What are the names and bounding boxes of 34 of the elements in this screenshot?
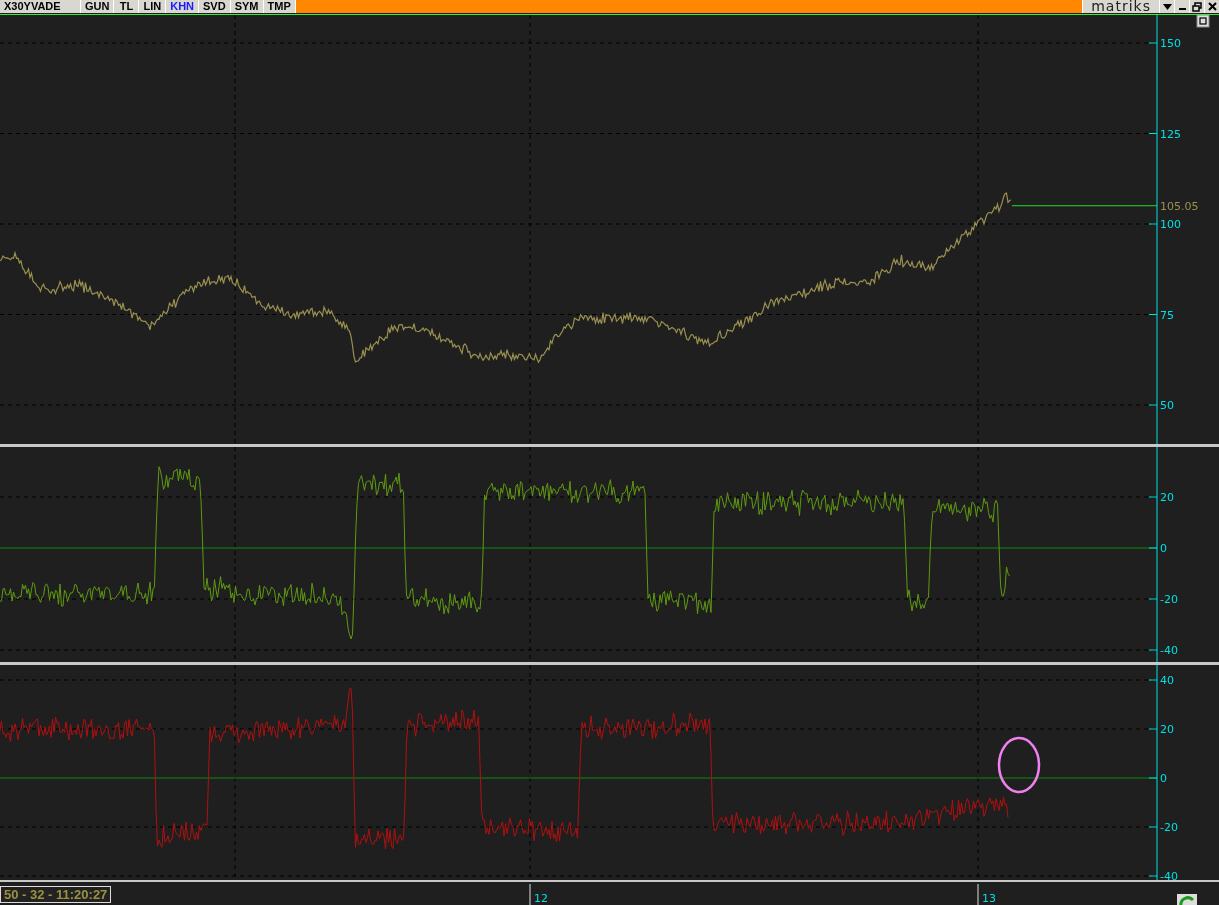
date-label: 13 [982,892,996,905]
axis-label: 150 [1160,37,1181,50]
highlight-ellipse [997,736,1041,794]
axis-label: -20 [1160,593,1178,606]
status-readout: 50 - 32 - 11:20:27 [0,886,112,903]
refresh-icon[interactable] [1177,894,1197,905]
axis-label: 50 [1160,399,1174,412]
restore-icon[interactable] [1190,0,1204,13]
restore-icon[interactable] [1196,15,1210,28]
close-icon[interactable] [1205,0,1219,13]
toolbar-tab[interactable]: TMP [263,0,295,13]
axis-label: 40 [1160,674,1174,687]
toolbar-tab[interactable]: SYM [230,0,263,13]
axis-label: -40 [1160,644,1178,657]
axis-label: 0 [1160,542,1167,555]
dropdown-icon[interactable] [1160,0,1174,13]
last-price-label: 105.05 [1160,199,1199,213]
axis-label: 20 [1160,723,1174,736]
symbol-label: X30YVADE [0,0,80,13]
axis-label: -20 [1160,821,1178,834]
toolbar-tab[interactable]: GUN [81,0,114,13]
toolbar-tab[interactable]: TL [114,0,139,13]
date-label: 12 [534,892,548,905]
toolbar-tab[interactable]: SVD [199,0,230,13]
axis-label: 75 [1160,308,1174,322]
axis-label: 20 [1160,491,1174,504]
axis-label: 125 [1160,127,1181,141]
axis-label: 0 [1160,772,1167,785]
axis-label: 100 [1160,218,1181,231]
brand-logo: matriks [1083,0,1159,13]
toolbar-tab[interactable]: KHN [166,0,199,13]
minimize-icon[interactable] [1175,0,1189,13]
axis-label: -40 [1160,870,1178,880]
toolbar-tab[interactable]: LIN [139,0,166,13]
